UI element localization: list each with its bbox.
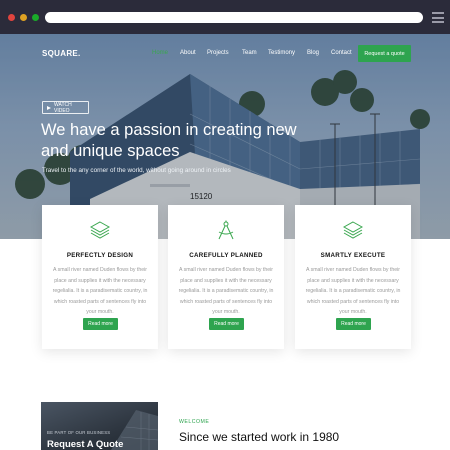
layers-icon <box>90 221 110 239</box>
feature-card: SMARTLY EXECUTE A small river named Dude… <box>295 205 411 349</box>
address-bar[interactable] <box>45 12 423 23</box>
layers-icon <box>343 221 363 239</box>
close-dot[interactable] <box>8 14 15 21</box>
read-more-button[interactable]: Read more <box>83 318 118 330</box>
compass-icon <box>218 220 234 240</box>
nav-home[interactable]: Home <box>152 50 168 56</box>
nav-blog[interactable]: Blog <box>307 50 319 56</box>
watch-video-label: WATCH VIDEO <box>54 101 72 114</box>
section-eyebrow: WELCOME <box>179 419 210 425</box>
request-quote-panel[interactable]: BE PART OF OUR BUSINESS Request A Quote <box>41 402 158 450</box>
panel-kicker: BE PART OF OUR BUSINESS <box>47 430 111 435</box>
read-more-button[interactable]: Read more <box>336 318 371 330</box>
feature-card: CAREFULLY PLANNED A small river named Du… <box>168 205 284 349</box>
nav-about[interactable]: About <box>180 50 196 56</box>
feature-title: CAREFULLY PLANNED <box>189 252 263 259</box>
feature-text: A small river named Duden flows by their… <box>52 267 148 315</box>
nav-testimony[interactable]: Testimony <box>268 50 295 56</box>
request-quote-button[interactable]: Request a quote <box>358 45 411 62</box>
feature-title: SMARTLY EXECUTE <box>320 252 386 259</box>
read-more-button[interactable]: Read more <box>209 318 244 330</box>
site-logo[interactable]: SQUARE. <box>42 49 81 58</box>
hero-subline: Travel to the any corner of the world, w… <box>42 167 231 174</box>
feature-card: PERFECTLY DESIGN A small river named Dud… <box>42 205 158 349</box>
hamburger-menu-icon[interactable] <box>432 12 444 23</box>
section-heading: Since we started work in 1980 <box>179 430 340 444</box>
feature-title: PERFECTLY DESIGN <box>66 252 134 259</box>
feature-text: A small river named Duden flows by their… <box>305 267 401 315</box>
nav-projects[interactable]: Projects <box>207 50 229 56</box>
nav-contact[interactable]: Contact <box>331 50 352 56</box>
hero-headline: We have a passion in creating new and un… <box>41 121 297 160</box>
watch-video-button[interactable]: WATCH VIDEO <box>42 101 89 114</box>
minimize-dot[interactable] <box>20 14 27 21</box>
feature-text: A small river named Duden flows by their… <box>178 267 274 315</box>
panel-title: Request A Quote <box>47 439 124 450</box>
play-icon <box>47 105 51 110</box>
maximize-dot[interactable] <box>32 14 39 21</box>
browser-toolbar <box>0 0 450 34</box>
nav-team[interactable]: Team <box>242 50 257 56</box>
